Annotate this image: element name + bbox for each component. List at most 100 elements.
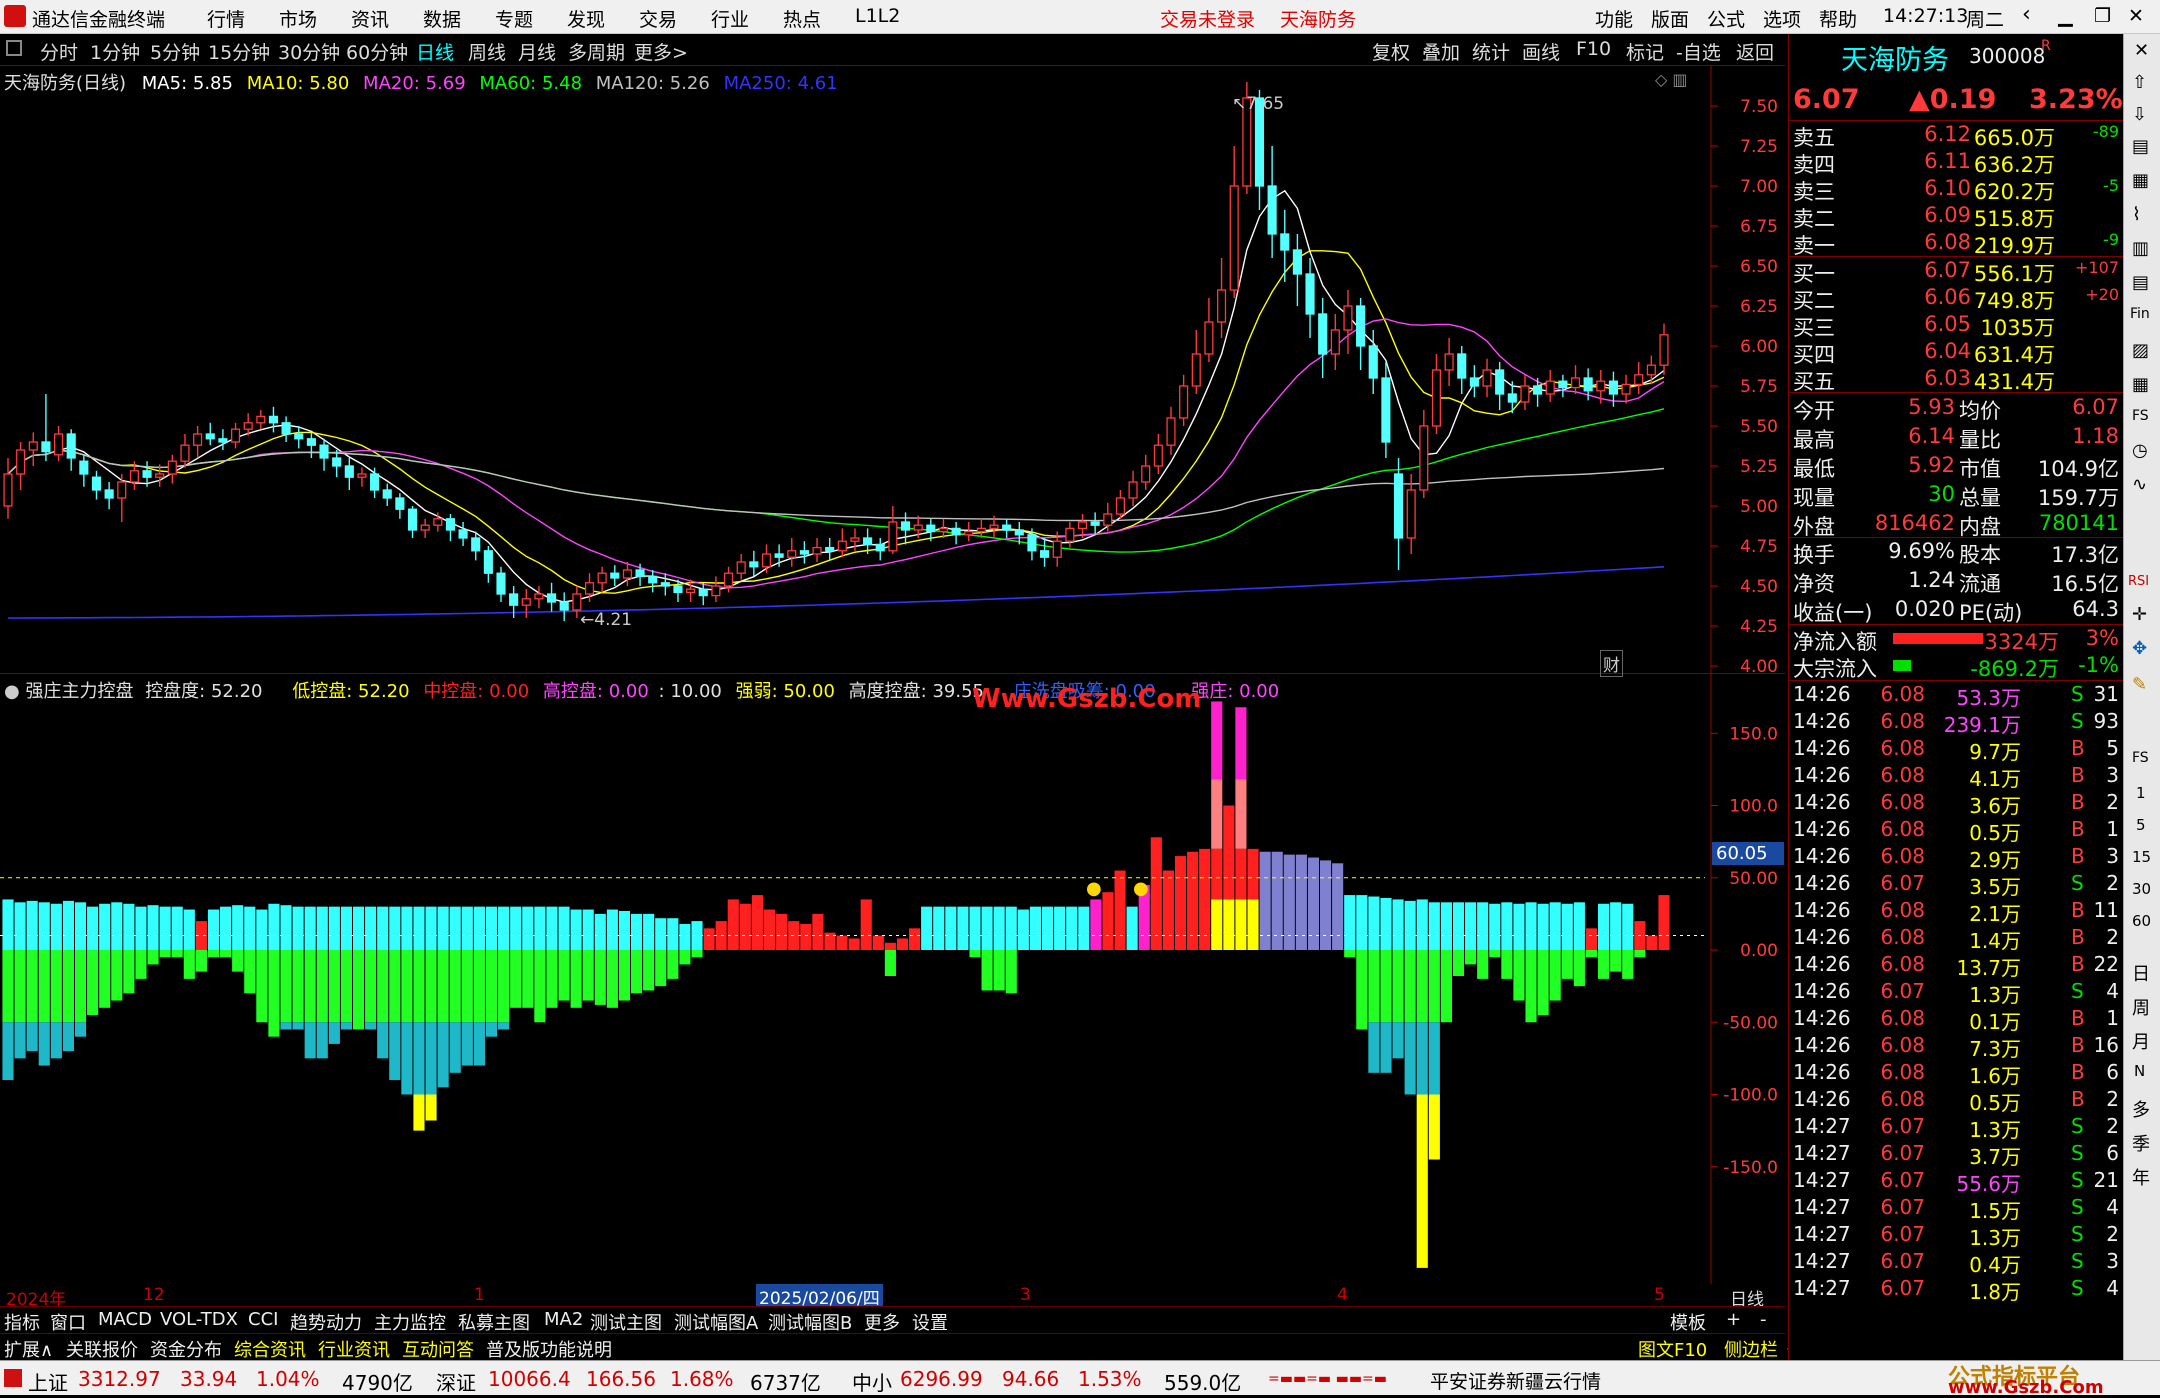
chart-corner-icons[interactable]: ◇ ▥ bbox=[1655, 70, 1688, 89]
bars-icon[interactable]: ▨ bbox=[2132, 340, 2149, 361]
line-chart-icon[interactable]: ⌇ bbox=[2132, 204, 2141, 225]
tab-hangyezixun[interactable]: 行业资讯 bbox=[318, 1336, 390, 1362]
rsi-icon[interactable]: RSI bbox=[2128, 574, 2149, 589]
period-60min[interactable]: 60分钟 bbox=[346, 38, 408, 65]
period-daily[interactable]: 日线 bbox=[416, 38, 454, 65]
tab-remove[interactable]: - bbox=[1760, 1309, 1767, 1330]
period-strip-multi[interactable]: 多 bbox=[2132, 1096, 2150, 1122]
pen-icon[interactable]: ✎ bbox=[2132, 674, 2147, 695]
period-strip-1[interactable]: 1 bbox=[2136, 784, 2146, 802]
period-strip-30[interactable]: 30 bbox=[2132, 880, 2151, 898]
tab-macd[interactable]: MACD bbox=[98, 1309, 152, 1330]
tab-zhibiao[interactable]: 指标 bbox=[4, 1309, 40, 1335]
list-icon[interactable]: ▤ bbox=[2132, 272, 2149, 293]
close-icon[interactable]: ✕ bbox=[2128, 5, 2144, 27]
menu-item-hangye[interactable]: 行业 bbox=[711, 5, 749, 32]
finance-marker[interactable]: 财 bbox=[1600, 650, 1623, 677]
crosshair-icon[interactable]: ✛ bbox=[2132, 604, 2147, 625]
tab-vol-tdx[interactable]: VOL-TDX bbox=[160, 1309, 238, 1330]
fs-icon[interactable]: FS bbox=[2132, 408, 2149, 424]
period-strip-day[interactable]: 日 bbox=[2132, 960, 2150, 986]
menu-item-banmian[interactable]: 版面 bbox=[1651, 5, 1689, 32]
period-strip-15[interactable]: 15 bbox=[2132, 848, 2151, 866]
tab-guanlianbaojia[interactable]: 关联报价 bbox=[66, 1336, 138, 1362]
page-icon[interactable]: ▤ bbox=[2132, 136, 2149, 157]
kline-icon[interactable]: ▥ bbox=[2132, 238, 2149, 259]
period-strip-week[interactable]: 周 bbox=[2132, 994, 2150, 1020]
period-strip-season[interactable]: 季 bbox=[2132, 1130, 2150, 1156]
tab-ma2[interactable]: MA2 bbox=[544, 1309, 583, 1330]
trade-login-notice[interactable]: 交易未登录 bbox=[1160, 5, 1255, 32]
btn-huaxian[interactable]: 画线 bbox=[1522, 38, 1560, 65]
btn-diejia[interactable]: 叠加 bbox=[1422, 38, 1460, 65]
tab-muban[interactable]: 模板 bbox=[1670, 1309, 1706, 1335]
tab-gengduo[interactable]: 更多 bbox=[864, 1309, 900, 1335]
index-sh-name[interactable]: 上证 bbox=[28, 1367, 68, 1396]
indicator-menu-icon[interactable]: ● bbox=[4, 681, 20, 702]
tab-cebianlan[interactable]: 侧边栏《 bbox=[1724, 1336, 1796, 1362]
tab-pujiban[interactable]: 普及版功能说明 bbox=[486, 1336, 612, 1362]
index-zx-name[interactable]: 中小 bbox=[852, 1367, 892, 1396]
menu-item-jiaoyi[interactable]: 交易 bbox=[639, 5, 677, 32]
tab-ceshizhutu[interactable]: 测试主图 bbox=[590, 1309, 662, 1335]
fin-icon[interactable]: Fin bbox=[2130, 306, 2150, 322]
tab-ceshifutu-b[interactable]: 测试幅图B bbox=[768, 1309, 852, 1335]
btn-fanhui[interactable]: 返回 bbox=[1736, 38, 1774, 65]
period-15min[interactable]: 15分钟 bbox=[208, 38, 270, 65]
period-1min[interactable]: 1分钟 bbox=[90, 38, 140, 65]
menu-item-zixun[interactable]: 资讯 bbox=[351, 5, 389, 32]
restore-icon[interactable]: ❐ bbox=[2094, 5, 2111, 27]
btn-tongji[interactable]: 统计 bbox=[1472, 38, 1510, 65]
tab-ceshifutu-a[interactable]: 测试幅图A bbox=[674, 1309, 758, 1335]
period-strip-year[interactable]: 年 bbox=[2132, 1164, 2150, 1190]
grid-icon[interactable]: ▦ bbox=[2132, 374, 2149, 395]
table-icon[interactable]: ▦ bbox=[2132, 170, 2149, 191]
period-strip-60[interactable]: 60 bbox=[2132, 912, 2151, 930]
menu-item-shichang[interactable]: 市场 bbox=[279, 5, 317, 32]
tab-shezhi[interactable]: 设置 bbox=[912, 1309, 948, 1335]
period-weekly[interactable]: 周线 bbox=[468, 38, 506, 65]
period-5min[interactable]: 5分钟 bbox=[150, 38, 200, 65]
period-30min[interactable]: 30分钟 bbox=[278, 38, 340, 65]
tab-hudongwenda[interactable]: 互动问答 bbox=[402, 1336, 474, 1362]
menu-item-l1l2[interactable]: L1L2 bbox=[855, 5, 900, 27]
move-icon[interactable]: ✥ bbox=[2132, 638, 2147, 659]
menu-item-xuanxiang[interactable]: 选项 bbox=[1763, 5, 1801, 32]
tab-zijinfenbu[interactable]: 资金分布 bbox=[150, 1336, 222, 1362]
indicator-chart[interactable]: 150.0 100.0 50.00 0.00 -50.00 -100.0 -150.0 ● … bbox=[0, 674, 1785, 1286]
down-arrow-icon[interactable]: ⇩ bbox=[2132, 104, 2147, 125]
btn-zixuan[interactable]: -自选 bbox=[1676, 38, 1721, 65]
menu-item-faxian[interactable]: 发现 bbox=[567, 5, 605, 32]
period-strip-fs[interactable]: FS bbox=[2132, 750, 2149, 766]
menu-item-shuju[interactable]: 数据 bbox=[423, 5, 461, 32]
btn-biaoji[interactable]: 标记 bbox=[1626, 38, 1664, 65]
period-strip-n[interactable]: N bbox=[2134, 1062, 2145, 1080]
tick-list[interactable]: 14:26 6.08 53.3万 S 31 14:26 6.08 239.1万 S 93 14:26… bbox=[1789, 682, 2123, 1362]
back-arrow-icon[interactable]: ‹ bbox=[2022, 2, 2031, 27]
menu-item-hangqing[interactable]: 行情 bbox=[207, 5, 245, 32]
kline-chart[interactable]: 7.50 7.25 7.00 6.75 6.50 6.25 6.00 5.75 5.50 5.25… bbox=[0, 66, 1785, 677]
legend-indicator-name[interactable]: 强庄主力控盘 bbox=[25, 681, 133, 702]
tab-kuozhan[interactable]: 扩展∧ bbox=[4, 1336, 53, 1362]
period-strip-month[interactable]: 月 bbox=[2132, 1028, 2150, 1054]
btn-f10[interactable]: F10 bbox=[1576, 38, 1611, 60]
tab-add[interactable]: + bbox=[1726, 1309, 1741, 1330]
period-monthly[interactable]: 月线 bbox=[518, 38, 556, 65]
tab-simuzhutu[interactable]: 私募主图 bbox=[458, 1309, 530, 1335]
period-more[interactable]: 更多> bbox=[634, 38, 688, 65]
tab-zhulijiankong[interactable]: 主力监控 bbox=[374, 1309, 446, 1335]
menu-item-bangzhu[interactable]: 帮助 bbox=[1819, 5, 1857, 32]
close-panel-icon[interactable]: ✕ bbox=[2134, 40, 2149, 61]
period-multi[interactable]: 多周期 bbox=[568, 38, 625, 65]
minimize-icon[interactable]: ▁ bbox=[2058, 5, 2073, 27]
tab-chuangkou[interactable]: 窗口 bbox=[50, 1309, 86, 1335]
tab-zonghezixun[interactable]: 综合资讯 bbox=[234, 1336, 306, 1362]
clock-icon[interactable]: ◷ bbox=[2132, 440, 2148, 461]
tab-tuwen-f10[interactable]: 图文F10 bbox=[1638, 1336, 1707, 1362]
index-sz-name[interactable]: 深证 bbox=[436, 1367, 476, 1396]
menu-item-redian[interactable]: 热点 bbox=[783, 5, 821, 32]
menu-item-zhuanti[interactable]: 专题 bbox=[495, 5, 533, 32]
period-fenshi[interactable]: 分时 bbox=[40, 38, 78, 65]
up-arrow-icon[interactable]: ⇧ bbox=[2132, 72, 2147, 93]
btn-fuquan[interactable]: 复权 bbox=[1372, 38, 1410, 65]
